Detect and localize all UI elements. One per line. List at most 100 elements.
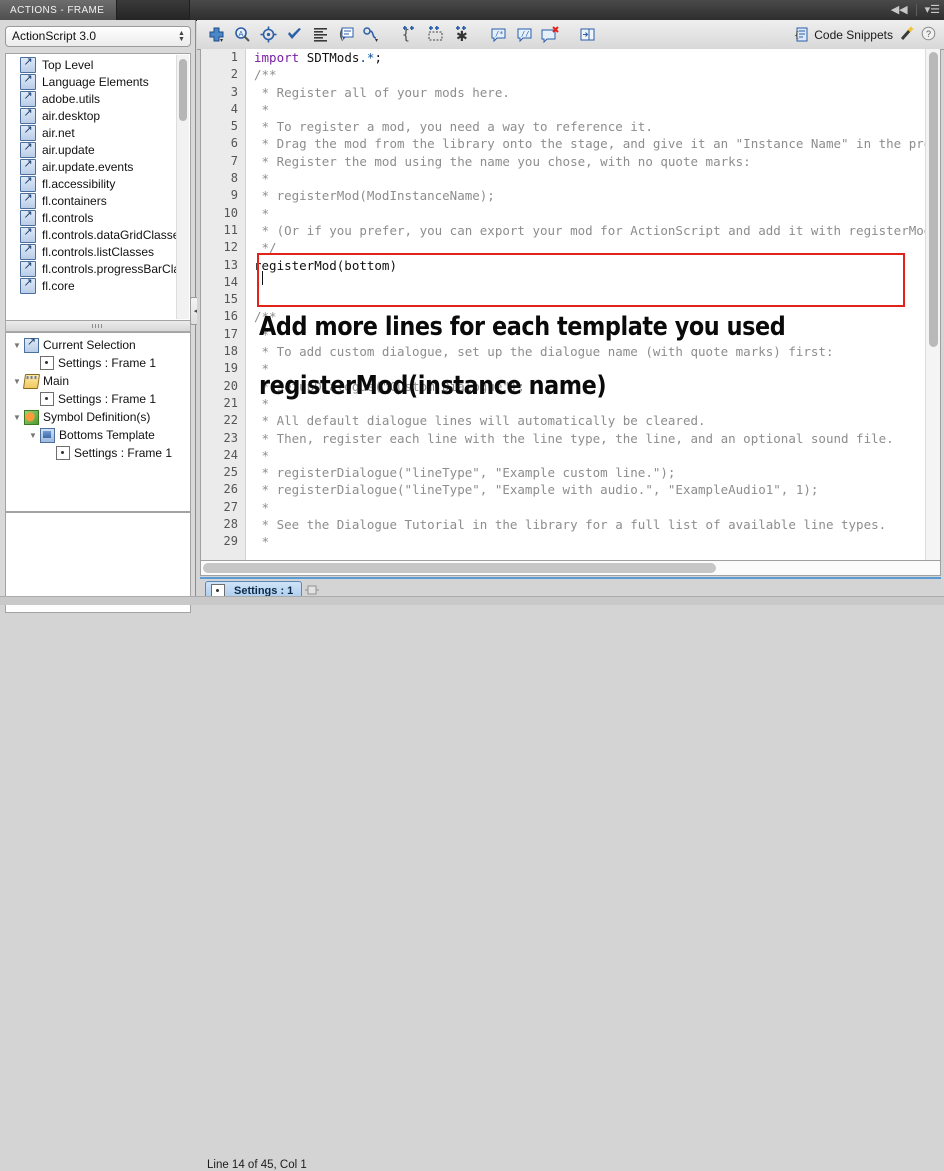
code-line[interactable]: * Drag the mod from the library onto the…	[246, 135, 925, 152]
code-editor[interactable]: 1234567891011121314151617181920212223242…	[200, 49, 941, 561]
class-tree-item[interactable]: air.update	[6, 141, 176, 158]
code-line[interactable]: *	[246, 447, 925, 464]
check-syntax-icon[interactable]	[283, 24, 305, 46]
symbol-icon	[24, 410, 39, 425]
collapse-selection-icon[interactable]	[424, 24, 446, 46]
line-number: 26	[201, 481, 245, 498]
line-number: 8	[201, 170, 245, 187]
class-browser-scroll-thumb[interactable]	[179, 59, 187, 121]
class-tree-item[interactable]: fl.containers	[6, 192, 176, 209]
titlebar-divider	[916, 4, 917, 16]
class-tree-item-label: adobe.utils	[42, 92, 100, 106]
class-tree-item[interactable]: Top Level	[6, 56, 176, 73]
code-line[interactable]: * See the Dialogue Tutorial in the libra…	[246, 516, 925, 533]
script-tree-item[interactable]: ▼Main	[6, 372, 190, 390]
expand-all-icon[interactable]: ✱	[450, 24, 472, 46]
remove-comment-icon[interactable]	[539, 24, 561, 46]
code-line[interactable]: *	[246, 101, 925, 118]
code-line[interactable]: *	[246, 205, 925, 222]
class-browser-scrollbar[interactable]	[176, 55, 189, 319]
code-line[interactable]: *	[246, 499, 925, 516]
code-line[interactable]: * To add custom dialogue, set up the dia…	[246, 343, 925, 360]
code-line[interactable]: * All default dialogue lines will automa…	[246, 412, 925, 429]
code-line[interactable]: */	[246, 239, 925, 256]
apply-line-comment-icon[interactable]: //	[513, 24, 535, 46]
twisty-down-icon[interactable]: ▼	[10, 413, 24, 422]
debug-options-icon[interactable]	[361, 24, 383, 46]
code-line[interactable]: import SDTMods.*;	[246, 49, 925, 66]
code-line[interactable]: * registerMod(ModInstanceName);	[246, 187, 925, 204]
add-item-icon[interactable]	[205, 24, 227, 46]
code-line[interactable]: * registerDialogue("lineType", "Example …	[246, 481, 925, 498]
line-number: 19	[201, 360, 245, 377]
class-tree-item[interactable]: fl.controls.listClasses	[6, 243, 176, 260]
line-number: 7	[201, 153, 245, 170]
class-tree-item[interactable]: adobe.utils	[6, 90, 176, 107]
editor-horizontal-scrollbar[interactable]	[200, 561, 941, 576]
script-navigator-tree[interactable]: ▼Current SelectionSettings : Frame 1▼Mai…	[5, 332, 191, 512]
code-line[interactable]: * (Or if you prefer, you can export your…	[246, 222, 925, 239]
editor-vertical-scrollbar[interactable]	[925, 49, 940, 561]
code-line[interactable]: * Register the mod using the name you ch…	[246, 153, 925, 170]
code-token: import	[254, 50, 307, 65]
class-tree-item[interactable]: air.net	[6, 124, 176, 141]
help-icon[interactable]: ?	[921, 26, 936, 44]
language-select[interactable]: ActionScript 3.0	[5, 26, 191, 47]
collapse-between-braces-icon[interactable]: { }	[398, 24, 420, 46]
code-snippets-icon[interactable]: {	[794, 27, 808, 42]
script-tree-item[interactable]: Settings : Frame 1	[6, 444, 190, 462]
code-snippets-label[interactable]: Code Snippets	[814, 28, 893, 42]
script-tree-item[interactable]: Settings : Frame 1	[6, 354, 190, 372]
script-tree-item[interactable]: Settings : Frame 1	[6, 390, 190, 408]
class-tree-item[interactable]: Language Elements	[6, 73, 176, 90]
code-line[interactable]: * Then, register each line with the line…	[246, 430, 925, 447]
line-number: 29	[201, 533, 245, 550]
script-tree-item[interactable]: ▼Symbol Definition(s)	[6, 408, 190, 426]
code-line[interactable]: *	[246, 533, 925, 550]
magic-wand-icon[interactable]	[899, 25, 915, 44]
script-tree-item[interactable]: ▼Bottoms Template	[6, 426, 190, 444]
show-hide-toolbox-icon[interactable]	[576, 24, 598, 46]
apply-block-comment-icon[interactable]: /*	[487, 24, 509, 46]
line-number: 6	[201, 135, 245, 152]
code-line[interactable]: *	[246, 170, 925, 187]
script-tree-item[interactable]: ▼Current Selection	[6, 336, 190, 354]
editor-hscroll-thumb[interactable]	[203, 563, 716, 573]
panel-tab-actions-frame[interactable]: ACTIONS - FRAME	[0, 0, 117, 20]
line-number-gutter: 1234567891011121314151617181920212223242…	[201, 49, 246, 561]
code-line[interactable]: registerMod(bottom)	[246, 257, 925, 274]
class-tree-item[interactable]: air.update.events	[6, 158, 176, 175]
class-tree-item-label: air.update.events	[42, 160, 133, 174]
editor-status-text: Line 14 of 45, Col 1	[207, 1159, 307, 1171]
code-line[interactable]: * registerDialogue("lineType", "Example …	[246, 464, 925, 481]
sidebar-splitter[interactable]	[5, 321, 191, 332]
code-token: * Drag the mod from the library onto the…	[254, 136, 925, 151]
twisty-down-icon[interactable]: ▼	[10, 377, 24, 386]
code-line[interactable]: * Register all of your mods here.	[246, 84, 925, 101]
package-icon	[20, 261, 36, 277]
code-text-area[interactable]: import SDTMods.*;/** * Register all of y…	[246, 49, 925, 561]
class-tree-item[interactable]: fl.controls.progressBarClasses	[6, 260, 176, 277]
twisty-down-icon[interactable]: ▼	[26, 431, 40, 440]
collapse-panel-icon[interactable]: ◀◀	[891, 5, 908, 16]
code-token: *	[254, 534, 269, 549]
panel-menu-icon[interactable]: ▾☰	[925, 5, 940, 16]
code-line[interactable]: * To register a mod, you need a way to r…	[246, 118, 925, 135]
code-line[interactable]: /**	[246, 66, 925, 83]
show-code-hint-icon[interactable]: (	[335, 24, 357, 46]
find-replace-icon[interactable]: A	[231, 24, 253, 46]
class-tree-item[interactable]: fl.controls	[6, 209, 176, 226]
code-line[interactable]	[246, 291, 925, 308]
target-icon[interactable]	[257, 24, 279, 46]
class-browser-tree[interactable]: Top LevelLanguage Elementsadobe.utilsair…	[5, 53, 191, 321]
svg-text:✱: ✱	[456, 29, 468, 43]
code-line[interactable]	[246, 274, 925, 291]
svg-text:{: {	[794, 31, 799, 41]
twisty-down-icon[interactable]: ▼	[10, 341, 24, 350]
auto-format-icon[interactable]	[309, 24, 331, 46]
class-tree-item[interactable]: fl.controls.dataGridClasses	[6, 226, 176, 243]
editor-scroll-thumb[interactable]	[929, 52, 938, 347]
class-tree-item[interactable]: fl.core	[6, 277, 176, 294]
class-tree-item[interactable]: air.desktop	[6, 107, 176, 124]
class-tree-item[interactable]: fl.accessibility	[6, 175, 176, 192]
